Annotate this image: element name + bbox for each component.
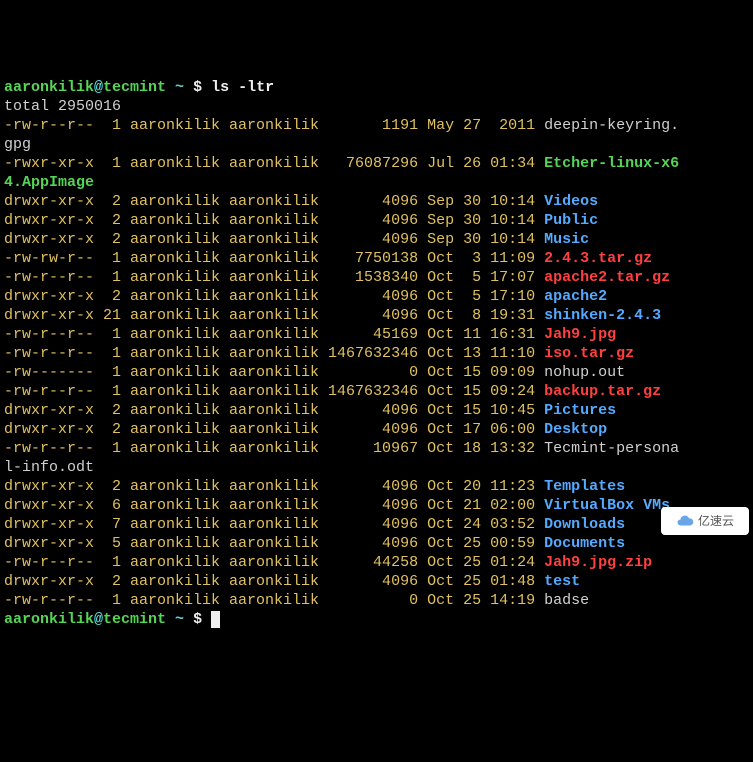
prompt-user: aaronkilik xyxy=(4,79,94,96)
ls-row: drwxr-xr-x 2 aaronkilik aaronkilik 4096 … xyxy=(4,230,749,249)
ls-filename: VirtualBox VMs xyxy=(544,497,670,514)
ls-meta: drwxr-xr-x 2 aaronkilik aaronkilik 4096 … xyxy=(4,288,544,305)
ls-row: -rw-r--r-- 1 aaronkilik aaronkilik 44258… xyxy=(4,553,749,572)
prompt-user: aaronkilik xyxy=(4,611,94,628)
ls-meta: -rw-r--r-- 1 aaronkilik aaronkilik 14676… xyxy=(4,345,544,362)
prompt-at: @ xyxy=(94,611,103,628)
ls-filename-wrap: l-info.odt xyxy=(4,459,94,476)
prompt-dollar: $ xyxy=(193,79,211,96)
ls-meta: drwxr-xr-x 2 aaronkilik aaronkilik 4096 … xyxy=(4,231,544,248)
ls-row: drwxr-xr-x 2 aaronkilik aaronkilik 4096 … xyxy=(4,287,749,306)
ls-meta: drwxr-xr-x 6 aaronkilik aaronkilik 4096 … xyxy=(4,497,544,514)
ls-filename: Etcher-linux-x6 xyxy=(544,155,679,172)
ls-meta: drwxr-xr-x 2 aaronkilik aaronkilik 4096 … xyxy=(4,193,544,210)
ls-row: drwxr-xr-x 5 aaronkilik aaronkilik 4096 … xyxy=(4,534,749,553)
ls-filename: test xyxy=(544,573,580,590)
prompt-line[interactable]: aaronkilik@tecmint ~ $ xyxy=(4,610,749,629)
watermark-badge: 亿速云 xyxy=(661,507,749,535)
ls-row: drwxr-xr-x 2 aaronkilik aaronkilik 4096 … xyxy=(4,192,749,211)
prompt-host: tecmint xyxy=(103,79,166,96)
ls-filename: Music xyxy=(544,231,589,248)
ls-meta: drwxr-xr-x 7 aaronkilik aaronkilik 4096 … xyxy=(4,516,544,533)
command-text: ls -ltr xyxy=(211,79,274,96)
ls-row: -rw-r--r-- 1 aaronkilik aaronkilik 45169… xyxy=(4,325,749,344)
ls-row: -rw-r--r-- 1 aaronkilik aaronkilik 10967… xyxy=(4,439,749,458)
ls-meta: drwxr-xr-x 5 aaronkilik aaronkilik 4096 … xyxy=(4,535,544,552)
ls-row: drwxr-xr-x 2 aaronkilik aaronkilik 4096 … xyxy=(4,572,749,591)
ls-meta: drwxr-xr-x 2 aaronkilik aaronkilik 4096 … xyxy=(4,478,544,495)
ls-row: -rwxr-xr-x 1 aaronkilik aaronkilik 76087… xyxy=(4,154,749,173)
ls-filename: Videos xyxy=(544,193,598,210)
ls-filename: Downloads xyxy=(544,516,625,533)
ls-row: drwxr-xr-x 21 aaronkilik aaronkilik 4096… xyxy=(4,306,749,325)
ls-filename: Documents xyxy=(544,535,625,552)
ls-filename: deepin-keyring. xyxy=(544,117,679,134)
ls-meta: -rw-r--r-- 1 aaronkilik aaronkilik 0 Oct… xyxy=(4,592,544,609)
cursor xyxy=(211,611,220,628)
ls-meta: -rw------- 1 aaronkilik aaronkilik 0 Oct… xyxy=(4,364,544,381)
ls-row: drwxr-xr-x 2 aaronkilik aaronkilik 4096 … xyxy=(4,211,749,230)
ls-row: -rw-r--r-- 1 aaronkilik aaronkilik 0 Oct… xyxy=(4,591,749,610)
ls-row: -rw-r--r-- 1 aaronkilik aaronkilik 14676… xyxy=(4,382,749,401)
total-line: total 2950016 xyxy=(4,97,749,116)
ls-row: drwxr-xr-x 7 aaronkilik aaronkilik 4096 … xyxy=(4,515,749,534)
ls-row: drwxr-xr-x 2 aaronkilik aaronkilik 4096 … xyxy=(4,477,749,496)
ls-row: -rw------- 1 aaronkilik aaronkilik 0 Oct… xyxy=(4,363,749,382)
ls-filename: backup.tar.gz xyxy=(544,383,661,400)
ls-meta: -rw-r--r-- 1 aaronkilik aaronkilik 15383… xyxy=(4,269,544,286)
ls-filename: Templates xyxy=(544,478,625,495)
ls-row: drwxr-xr-x 6 aaronkilik aaronkilik 4096 … xyxy=(4,496,749,515)
ls-row: drwxr-xr-x 2 aaronkilik aaronkilik 4096 … xyxy=(4,420,749,439)
cloud-icon xyxy=(676,512,694,530)
ls-meta: drwxr-xr-x 21 aaronkilik aaronkilik 4096… xyxy=(4,307,544,324)
ls-meta: -rw-rw-r-- 1 aaronkilik aaronkilik 77501… xyxy=(4,250,544,267)
ls-row: -rw-r--r-- 1 aaronkilik aaronkilik 15383… xyxy=(4,268,749,287)
prompt-at: @ xyxy=(94,79,103,96)
ls-filename: iso.tar.gz xyxy=(544,345,634,362)
ls-filename: Desktop xyxy=(544,421,607,438)
ls-filename: apache2 xyxy=(544,288,607,305)
ls-filename-wrap: gpg xyxy=(4,136,31,153)
ls-row: -rw-r--r-- 1 aaronkilik aaronkilik 14676… xyxy=(4,344,749,363)
ls-row-wrap: 4.AppImage xyxy=(4,173,749,192)
ls-filename: nohup.out xyxy=(544,364,625,381)
prompt-dollar: $ xyxy=(193,611,211,628)
ls-meta: -rw-r--r-- 1 aaronkilik aaronkilik 1191 … xyxy=(4,117,544,134)
ls-filename: badse xyxy=(544,592,589,609)
ls-meta: drwxr-xr-x 2 aaronkilik aaronkilik 4096 … xyxy=(4,402,544,419)
prompt-host: tecmint xyxy=(103,611,166,628)
ls-meta: -rwxr-xr-x 1 aaronkilik aaronkilik 76087… xyxy=(4,155,544,172)
terminal-output[interactable]: aaronkilik@tecmint ~ $ ls -ltrtotal 2950… xyxy=(4,78,749,629)
ls-meta: drwxr-xr-x 2 aaronkilik aaronkilik 4096 … xyxy=(4,212,544,229)
ls-meta: drwxr-xr-x 2 aaronkilik aaronkilik 4096 … xyxy=(4,421,544,438)
ls-meta: -rw-r--r-- 1 aaronkilik aaronkilik 14676… xyxy=(4,383,544,400)
ls-filename: Jah9.jpg xyxy=(544,326,616,343)
ls-meta: -rw-r--r-- 1 aaronkilik aaronkilik 44258… xyxy=(4,554,544,571)
total-text: total 2950016 xyxy=(4,98,121,115)
prompt-path: ~ xyxy=(166,79,193,96)
ls-row-wrap: l-info.odt xyxy=(4,458,749,477)
prompt-line[interactable]: aaronkilik@tecmint ~ $ ls -ltr xyxy=(4,78,749,97)
ls-filename: Jah9.jpg.zip xyxy=(544,554,652,571)
ls-filename: shinken-2.4.3 xyxy=(544,307,661,324)
watermark-text: 亿速云 xyxy=(698,512,734,531)
ls-filename-wrap: 4.AppImage xyxy=(4,174,94,191)
ls-filename: Pictures xyxy=(544,402,616,419)
ls-filename: Public xyxy=(544,212,598,229)
ls-filename: 2.4.3.tar.gz xyxy=(544,250,652,267)
ls-row: -rw-r--r-- 1 aaronkilik aaronkilik 1191 … xyxy=(4,116,749,135)
ls-row: -rw-rw-r-- 1 aaronkilik aaronkilik 77501… xyxy=(4,249,749,268)
ls-row-wrap: gpg xyxy=(4,135,749,154)
ls-meta: -rw-r--r-- 1 aaronkilik aaronkilik 10967… xyxy=(4,440,544,457)
ls-meta: drwxr-xr-x 2 aaronkilik aaronkilik 4096 … xyxy=(4,573,544,590)
prompt-path: ~ xyxy=(166,611,193,628)
ls-filename: Tecmint-persona xyxy=(544,440,679,457)
ls-filename: apache2.tar.gz xyxy=(544,269,670,286)
ls-row: drwxr-xr-x 2 aaronkilik aaronkilik 4096 … xyxy=(4,401,749,420)
ls-meta: -rw-r--r-- 1 aaronkilik aaronkilik 45169… xyxy=(4,326,544,343)
